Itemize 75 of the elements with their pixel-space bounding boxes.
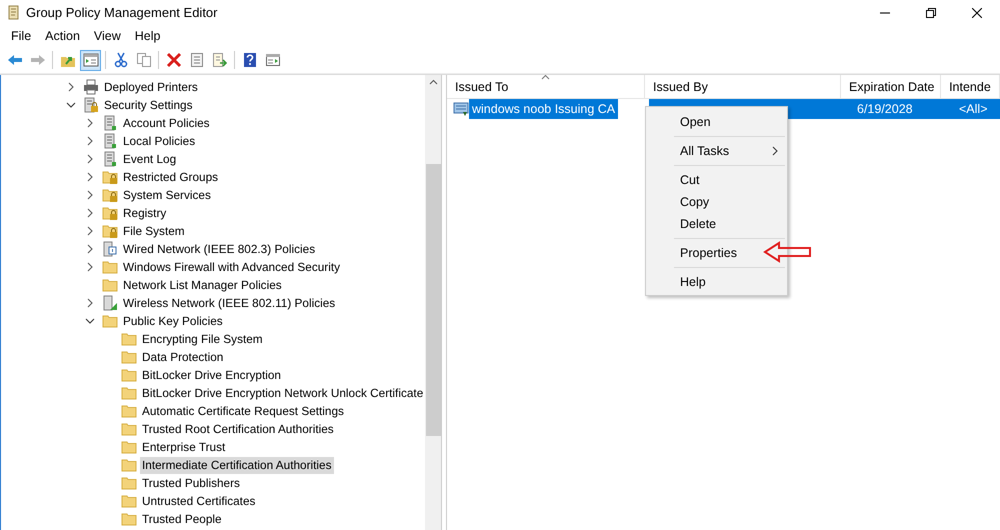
window-title: Group Policy Management Editor xyxy=(26,5,218,20)
tree-item[interactable]: Windows Firewall with Advanced Security xyxy=(121,258,342,276)
console-tree-icon[interactable] xyxy=(80,50,101,70)
policy-document-icon xyxy=(102,115,118,131)
tree-item[interactable]: BitLocker Drive Encryption Network Unlock Certificate xyxy=(140,384,425,402)
locked-server-icon xyxy=(83,97,99,113)
folder-icon xyxy=(121,331,137,347)
tree-item[interactable]: BitLocker Drive Encryption xyxy=(140,366,283,384)
app-icon xyxy=(6,4,20,20)
folder-icon xyxy=(121,421,137,437)
tree-item[interactable]: Registry xyxy=(121,204,168,222)
locked-folder-icon xyxy=(102,187,118,203)
locked-folder-icon xyxy=(102,223,118,239)
folder-icon xyxy=(121,457,137,473)
menu-item[interactable]: Copy xyxy=(646,191,787,213)
tree-item[interactable]: Wired Network (IEEE 802.3) Policies xyxy=(121,240,318,258)
menu-item[interactable]: Properties xyxy=(646,242,787,264)
column-header[interactable]: Issued To xyxy=(447,75,645,98)
folder-icon xyxy=(121,511,137,527)
menu-item[interactable]: File xyxy=(4,27,38,45)
tree-item[interactable]: Untrusted Certificates xyxy=(140,492,258,510)
table-cell: <All> xyxy=(951,99,1000,119)
table-cell[interactable]: windows noob Issuing CA xyxy=(469,99,618,119)
menu-item[interactable]: Help xyxy=(128,27,168,45)
tree-item[interactable]: Wireless Network (IEEE 802.11) Policies xyxy=(121,294,338,312)
folder-icon xyxy=(121,349,137,365)
tree-item[interactable]: Automatic Certificate Request Settings xyxy=(140,402,346,420)
wireless-policy-icon xyxy=(102,295,118,311)
tree-item[interactable]: Trusted Root Certification Authorities xyxy=(140,420,336,438)
folder-icon xyxy=(102,259,118,275)
tree-item[interactable]: Trusted Publishers xyxy=(140,474,242,492)
policy-document-icon xyxy=(102,151,118,167)
tree-item[interactable]: Encrypting File System xyxy=(140,330,265,348)
restore-icon[interactable] xyxy=(926,8,936,18)
network-policy-icon xyxy=(102,241,118,257)
column-header[interactable]: Expiration Date xyxy=(841,75,942,98)
menu-item[interactable]: Delete xyxy=(646,213,787,235)
tree-item[interactable]: Public Key Policies xyxy=(121,312,225,330)
tree-item[interactable]: Intermediate Certification Authorities xyxy=(140,456,334,474)
tree-item[interactable]: Deployed Printers xyxy=(102,78,200,96)
locked-folder-icon xyxy=(102,205,118,221)
menu-item[interactable]: All Tasks xyxy=(646,140,787,162)
tree-item[interactable]: Event Log xyxy=(121,150,178,168)
tree-item[interactable]: System Services xyxy=(121,186,213,204)
folder-icon xyxy=(121,367,137,383)
close-icon[interactable] xyxy=(972,8,982,18)
folder-icon xyxy=(121,403,137,419)
menu-item[interactable]: Open xyxy=(646,111,787,133)
menu-item[interactable]: Action xyxy=(38,27,87,45)
column-header[interactable]: Issued By xyxy=(644,75,841,98)
tree-item[interactable]: Restricted Groups xyxy=(121,168,220,186)
menu-item[interactable]: View xyxy=(86,27,128,45)
policy-document-icon xyxy=(102,133,118,149)
folder-icon xyxy=(121,475,137,491)
locked-folder-icon xyxy=(102,169,118,185)
tree-item[interactable]: Account Policies xyxy=(121,114,212,132)
folder-icon xyxy=(102,313,118,329)
tree-item[interactable]: Data Protection xyxy=(140,348,226,366)
folder-icon xyxy=(121,493,137,509)
tree-item[interactable]: File System xyxy=(121,222,187,240)
table-cell: 6/19/2028 xyxy=(849,99,951,119)
folder-icon xyxy=(121,439,137,455)
certificate-icon xyxy=(453,101,469,117)
printer-icon xyxy=(83,79,99,95)
menu-item[interactable]: Cut xyxy=(646,169,787,191)
tree-item[interactable]: Local Policies xyxy=(121,132,198,150)
tree-item[interactable]: Enterprise Trust xyxy=(140,438,228,456)
tree-item[interactable]: Network List Manager Policies xyxy=(121,276,284,294)
tree-item[interactable]: Security Settings xyxy=(102,96,195,114)
column-header[interactable]: Intende xyxy=(941,75,1000,98)
menu-item[interactable]: Help xyxy=(646,271,787,293)
folder-icon xyxy=(121,385,137,401)
folder-icon xyxy=(102,277,118,293)
tree-item[interactable]: Trusted People xyxy=(140,510,224,528)
scrollbar[interactable] xyxy=(425,75,441,530)
